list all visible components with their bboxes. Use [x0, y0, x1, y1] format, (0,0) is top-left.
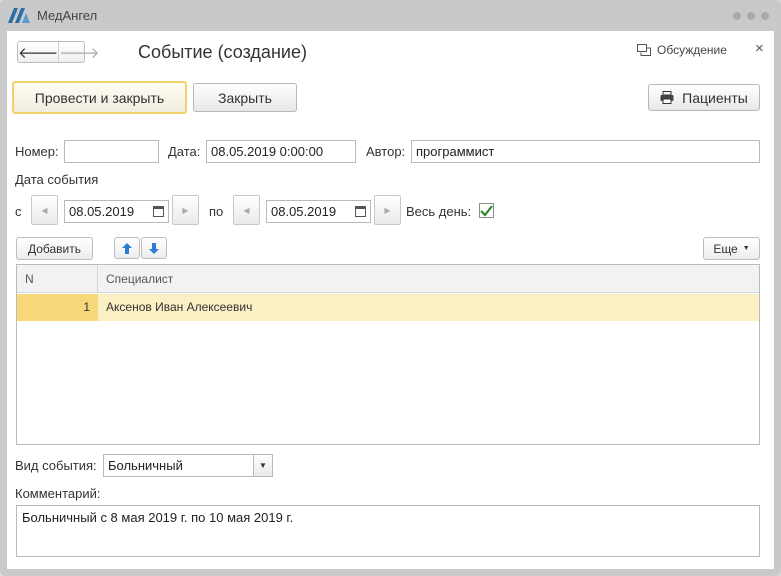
from-prev-button[interactable]: ◀	[31, 195, 58, 225]
specialists-table: N Специалист 1 Аксенов Иван Алексеевич	[16, 264, 760, 445]
close-icon[interactable]: ×	[755, 40, 764, 57]
discussion-label: Обсуждение	[657, 43, 727, 57]
to-date-field[interactable]: 08.05.2019	[266, 200, 371, 223]
calendar-icon[interactable]	[355, 206, 366, 217]
add-row-button[interactable]: Добавить	[16, 237, 93, 260]
to-date-value: 08.05.2019	[271, 204, 337, 219]
window-dot-1[interactable]	[733, 12, 741, 20]
back-button[interactable]: 🡐	[18, 42, 58, 62]
date-label: Дата:	[168, 144, 201, 159]
more-menu-button[interactable]: Еще ▼	[703, 237, 760, 260]
discussion-link[interactable]: Обсуждение	[637, 43, 727, 57]
more-label: Еще	[713, 241, 738, 256]
move-down-button[interactable]	[141, 237, 167, 259]
forward-button[interactable]: 🡒	[58, 42, 99, 62]
post-and-close-button[interactable]: Провести и закрыть	[12, 81, 187, 114]
chat-icon	[637, 43, 651, 56]
table-header: N Специалист	[17, 265, 759, 293]
triangle-right-icon: ▶	[384, 205, 391, 215]
arrow-up-icon	[122, 242, 132, 254]
author-field[interactable]: программист	[411, 140, 760, 163]
medangel-logo-icon	[8, 8, 30, 23]
row-number: 1	[83, 300, 90, 314]
all-day-label: Весь день:	[406, 204, 472, 219]
close-button[interactable]: Закрыть	[193, 83, 297, 112]
title-bar: МедАнгел	[0, 0, 781, 31]
arrow-down-icon	[149, 242, 159, 254]
to-label: по	[209, 204, 224, 219]
all-day-checkbox[interactable]	[479, 203, 494, 218]
app-title: МедАнгел	[37, 8, 98, 23]
column-header-specialist[interactable]: Специалист	[106, 272, 173, 286]
event-type-label: Вид события:	[15, 458, 97, 473]
from-date-field[interactable]: 08.05.2019	[64, 200, 169, 223]
row-specialist: Аксенов Иван Алексеевич	[106, 300, 253, 314]
form-content: 🡐 🡒 Событие (создание) Обсуждение × Пров…	[7, 31, 774, 569]
from-next-button[interactable]: ▶	[172, 195, 199, 225]
author-label: Автор:	[366, 144, 406, 159]
date-field[interactable]: 08.05.2019 0:00:00	[206, 140, 356, 163]
from-date-value: 08.05.2019	[69, 204, 135, 219]
arrow-left-icon: 🡐	[18, 44, 59, 62]
number-field[interactable]	[64, 140, 159, 163]
column-header-n[interactable]: N	[25, 272, 34, 286]
to-next-button[interactable]: ▶	[374, 195, 401, 225]
row-number-cell: 1	[17, 294, 98, 321]
nav-buttons: 🡐 🡒	[17, 41, 99, 63]
event-date-heading: Дата события	[15, 172, 99, 187]
printer-icon	[660, 91, 674, 104]
chevron-down-icon: ▼	[742, 245, 750, 252]
event-type-select[interactable]: Больничный	[103, 454, 254, 477]
patients-button[interactable]: Пациенты	[648, 84, 760, 111]
comment-textarea[interactable]: Больничный с 8 мая 2019 г. по 10 мая 201…	[16, 505, 760, 557]
triangle-left-icon: ◀	[243, 205, 250, 215]
column-divider	[97, 265, 98, 293]
table-row[interactable]: 1 Аксенов Иван Алексеевич	[17, 294, 759, 321]
to-prev-button[interactable]: ◀	[233, 195, 260, 225]
number-label: Номер:	[15, 144, 59, 159]
comment-label: Комментарий:	[15, 486, 101, 501]
arrow-right-icon: 🡒	[59, 44, 100, 62]
page-title: Событие (создание)	[138, 42, 307, 62]
event-type-dropdown-button[interactable]: ▼	[253, 454, 273, 477]
window-dot-2[interactable]	[747, 12, 755, 20]
patients-label: Пациенты	[682, 89, 748, 106]
window-dot-3[interactable]	[761, 12, 769, 20]
chevron-down-icon: ▼	[259, 461, 267, 470]
checkmark-icon	[480, 204, 493, 217]
window-controls	[733, 12, 769, 20]
app-window: МедАнгел 🡐 🡒 Событие (создание) Обсужден…	[0, 0, 781, 576]
triangle-left-icon: ◀	[41, 205, 48, 215]
from-label: с	[15, 204, 22, 219]
move-up-button[interactable]	[114, 237, 140, 259]
calendar-icon[interactable]	[153, 206, 164, 217]
triangle-right-icon: ▶	[182, 205, 189, 215]
